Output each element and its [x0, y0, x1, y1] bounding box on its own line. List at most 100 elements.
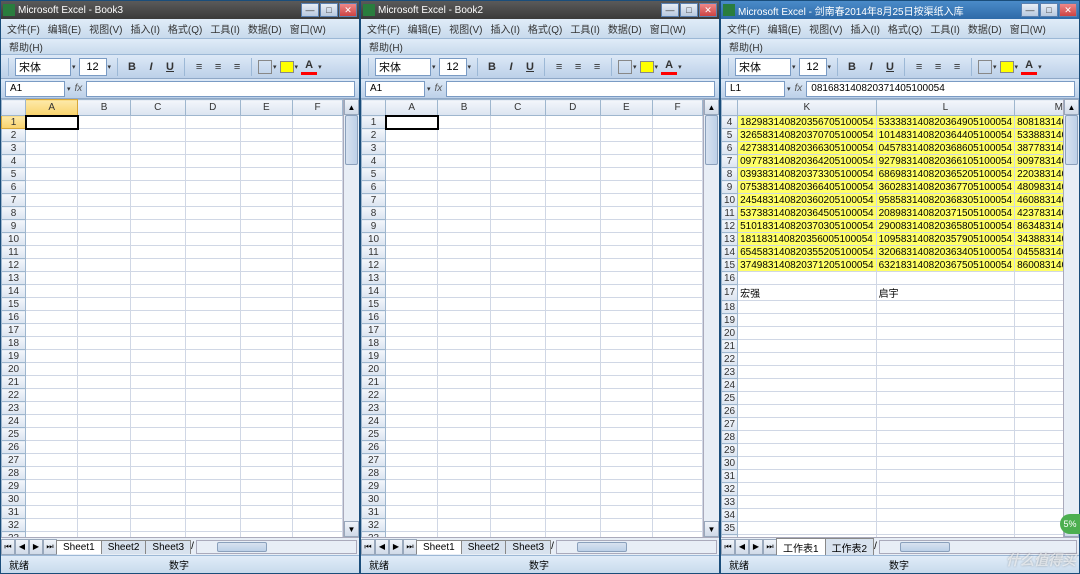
cell[interactable]	[600, 285, 652, 298]
cell[interactable]	[78, 129, 130, 142]
tab-nav-button[interactable]: ⏮	[361, 539, 375, 555]
cell[interactable]	[240, 428, 292, 441]
scroll-thumb[interactable]	[577, 542, 627, 552]
cell[interactable]	[185, 207, 240, 220]
cell[interactable]	[738, 431, 876, 444]
cell[interactable]	[545, 285, 600, 298]
cell[interactable]	[293, 129, 343, 142]
cell[interactable]	[293, 402, 343, 415]
row-header[interactable]: 18	[362, 337, 386, 350]
cell[interactable]	[386, 233, 438, 246]
italic-button[interactable]: I	[503, 59, 519, 75]
cell[interactable]	[293, 441, 343, 454]
cell[interactable]	[600, 168, 652, 181]
fill-color-button[interactable]	[1000, 61, 1014, 73]
row-header[interactable]: 28	[2, 467, 26, 480]
cell[interactable]	[78, 298, 130, 311]
cell[interactable]	[26, 363, 78, 376]
cell[interactable]	[490, 519, 545, 532]
column-header[interactable]: D	[545, 100, 600, 116]
row-header[interactable]: 10	[722, 194, 738, 207]
maximize-button[interactable]: □	[1040, 3, 1058, 17]
cell[interactable]	[876, 327, 1014, 340]
cell[interactable]	[240, 272, 292, 285]
cell[interactable]	[490, 311, 545, 324]
cell[interactable]	[78, 428, 130, 441]
cell[interactable]	[26, 220, 78, 233]
cell[interactable]	[438, 376, 490, 389]
cell[interactable]	[130, 116, 185, 129]
cell[interactable]	[130, 285, 185, 298]
menu-item[interactable]: 文件(F)	[723, 19, 764, 38]
cell[interactable]	[26, 272, 78, 285]
cell[interactable]: 109583140820357905100054	[876, 233, 1014, 246]
cell[interactable]	[293, 467, 343, 480]
cell[interactable]	[653, 155, 703, 168]
row-header[interactable]: 13	[362, 272, 386, 285]
chevron-down-icon[interactable]: ▾	[633, 63, 637, 71]
cell[interactable]	[26, 415, 78, 428]
cell[interactable]	[545, 519, 600, 532]
row-header[interactable]: 14	[2, 285, 26, 298]
cell[interactable]	[653, 389, 703, 402]
cell[interactable]	[185, 480, 240, 493]
cell[interactable]	[293, 311, 343, 324]
row-header[interactable]: 18	[722, 301, 738, 314]
row-header[interactable]: 24	[2, 415, 26, 428]
cell[interactable]	[600, 324, 652, 337]
cell[interactable]	[876, 522, 1014, 535]
fill-color-button[interactable]	[640, 61, 654, 73]
cell[interactable]	[240, 194, 292, 207]
cell[interactable]	[876, 366, 1014, 379]
row-header[interactable]: 22	[362, 389, 386, 402]
cell[interactable]	[653, 454, 703, 467]
horizontal-scrollbar[interactable]	[879, 540, 1077, 554]
column-header[interactable]: A	[386, 100, 438, 116]
cell[interactable]	[78, 493, 130, 506]
menu-item[interactable]: 工具(I)	[566, 19, 603, 38]
cell[interactable]	[386, 272, 438, 285]
cell[interactable]	[26, 259, 78, 272]
cell[interactable]	[1015, 431, 1063, 444]
cell[interactable]	[545, 129, 600, 142]
cell[interactable]: 510183140820370305100054	[738, 220, 876, 233]
row-header[interactable]: 27	[2, 454, 26, 467]
cell[interactable]	[738, 470, 876, 483]
cell[interactable]	[545, 337, 600, 350]
column-header[interactable]: F	[293, 100, 343, 116]
borders-button[interactable]	[618, 60, 632, 74]
cell[interactable]	[490, 324, 545, 337]
fx-icon[interactable]: fx	[75, 83, 83, 94]
cell[interactable]	[26, 337, 78, 350]
row-header[interactable]: 4	[362, 155, 386, 168]
cell[interactable]	[1015, 301, 1063, 314]
cell[interactable]: 480983140820370	[1015, 181, 1063, 194]
row-header[interactable]: 36	[722, 535, 738, 538]
cell[interactable]	[240, 493, 292, 506]
sheet-tab[interactable]: Sheet3	[145, 540, 191, 554]
cell[interactable]	[26, 194, 78, 207]
column-header[interactable]: E	[240, 100, 292, 116]
cell[interactable]	[185, 376, 240, 389]
row-header[interactable]: 4	[722, 116, 738, 129]
cell[interactable]: 533883140820367	[1015, 129, 1063, 142]
cell[interactable]	[293, 363, 343, 376]
cell[interactable]	[738, 405, 876, 418]
cell[interactable]	[386, 454, 438, 467]
cell[interactable]	[386, 415, 438, 428]
cell[interactable]	[600, 337, 652, 350]
cell[interactable]	[600, 532, 652, 538]
font-size-select[interactable]: 12	[79, 58, 107, 76]
cell[interactable]	[600, 246, 652, 259]
cell[interactable]	[876, 509, 1014, 522]
cell[interactable]	[545, 493, 600, 506]
cell[interactable]	[386, 259, 438, 272]
row-header[interactable]: 35	[722, 522, 738, 535]
cell[interactable]	[185, 428, 240, 441]
cell[interactable]	[26, 428, 78, 441]
cell[interactable]	[240, 454, 292, 467]
cell[interactable]	[240, 207, 292, 220]
cell[interactable]	[293, 116, 343, 129]
cell[interactable]	[185, 493, 240, 506]
cell[interactable]	[1015, 418, 1063, 431]
